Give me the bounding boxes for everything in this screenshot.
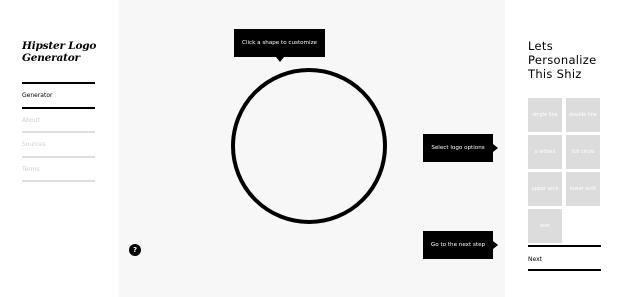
option-full-circle[interactable]: full circle <box>566 135 600 169</box>
option-lower-arch[interactable]: lower arch <box>566 172 600 206</box>
tooltip-next-step: Go to the next step <box>423 231 498 259</box>
nav-item-label: Generator <box>22 92 53 99</box>
nav-end <box>22 180 95 205</box>
left-sidebar: Hipster Logo Generator Generator About S… <box>0 0 118 297</box>
option-single-line[interactable]: single line <box>528 98 562 132</box>
option-double-line[interactable]: double line <box>566 98 600 132</box>
nav-divider <box>22 180 95 182</box>
option-x-letters[interactable]: x letters <box>528 135 562 169</box>
app-logo[interactable]: Hipster Logo Generator <box>22 40 102 64</box>
nav-item-terms[interactable]: Terms <box>22 155 95 181</box>
panel-heading-line: This Shiz <box>528 67 582 81</box>
nav-item-sources[interactable]: Sources <box>22 131 95 156</box>
nav-item-label: About <box>22 116 40 124</box>
panel-heading-line: Personalize <box>528 53 597 67</box>
main-nav: Generator About Sources Terms <box>22 82 95 205</box>
nav-item-about[interactable]: About <box>22 106 95 132</box>
logo-options-grid: single line double line x letters full c… <box>528 98 603 243</box>
tooltip-select-options: Select logo options <box>423 134 498 162</box>
canvas-stage: Click a shape to customize Select logo o… <box>118 0 505 297</box>
nav-divider <box>22 155 95 158</box>
option-text[interactable]: text <box>528 209 562 243</box>
nav-divider <box>22 82 95 84</box>
panel-heading: Lets Personalize This Shiz <box>528 39 618 81</box>
panel-heading-line: Lets <box>528 39 553 53</box>
right-panel: Lets Personalize This Shiz single line d… <box>505 0 624 297</box>
logo-shape-circle[interactable] <box>231 68 387 224</box>
nav-divider <box>22 106 95 109</box>
nav-item-label: Terms <box>22 165 40 173</box>
help-icon[interactable]: ? <box>129 244 141 256</box>
next-button[interactable]: Next <box>528 256 542 263</box>
next-divider-bottom <box>528 269 601 271</box>
tooltip-click-shape: Click a shape to customize <box>234 29 325 62</box>
next-divider-top <box>528 245 601 247</box>
nav-item-label: Sources <box>22 141 46 148</box>
option-upper-arch[interactable]: upper arch <box>528 172 562 206</box>
nav-divider <box>22 131 95 133</box>
nav-item-generator[interactable]: Generator <box>22 82 95 107</box>
